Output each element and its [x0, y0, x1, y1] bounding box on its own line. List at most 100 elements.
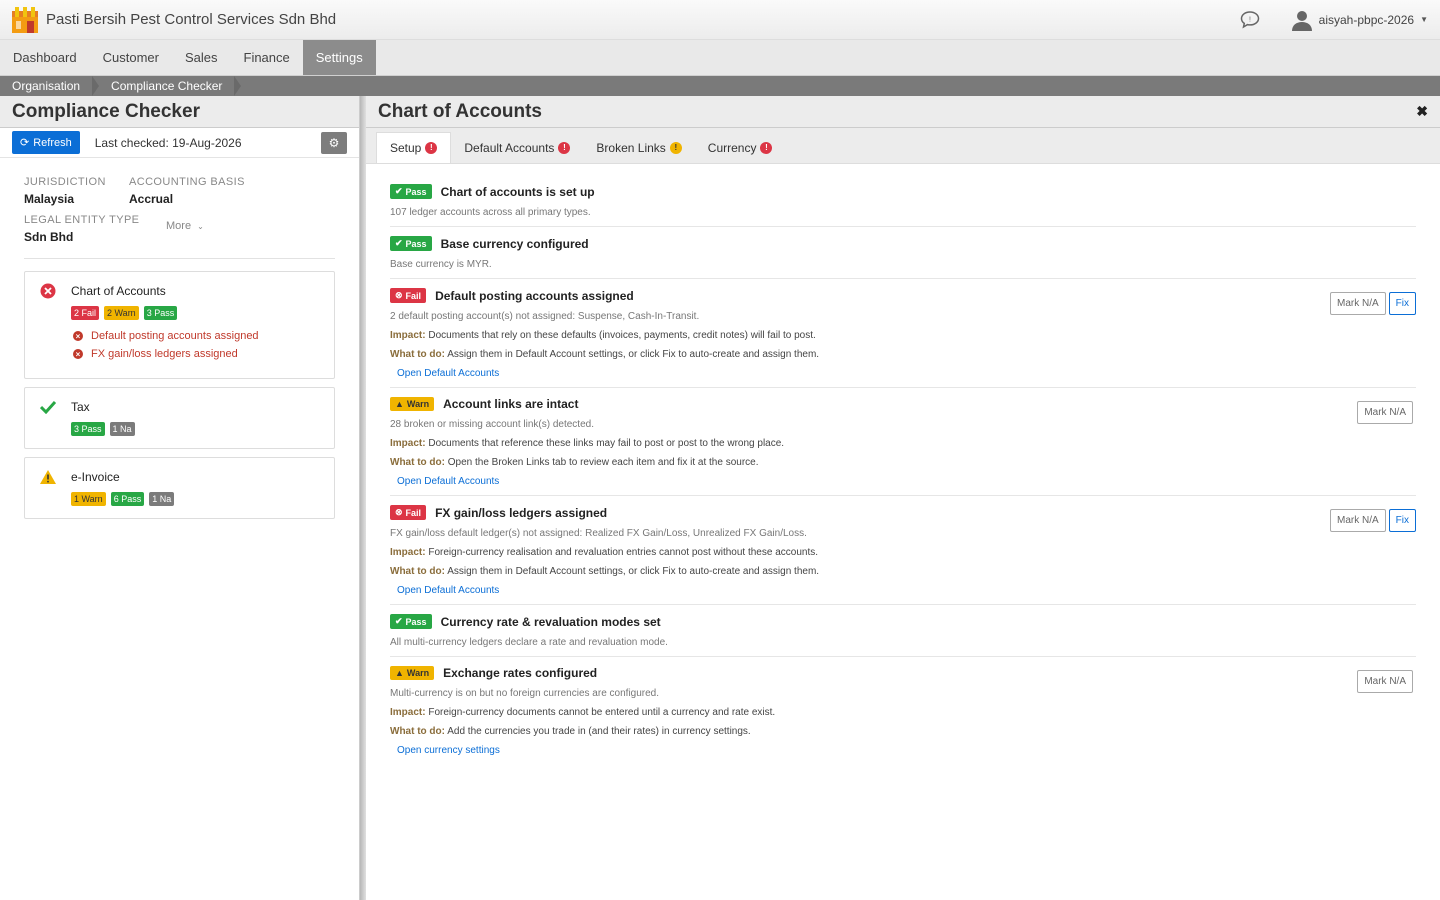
- status-label: Pass: [405, 186, 427, 197]
- mark-na-button[interactable]: Mark N/A: [1329, 292, 1386, 315]
- nav-dashboard[interactable]: Dashboard: [0, 40, 90, 75]
- mark-na-button[interactable]: Mark N/A: [1329, 509, 1386, 532]
- impact-text: Documents that reference these links may…: [428, 438, 785, 449]
- refresh-button[interactable]: ⟳ Refresh: [12, 131, 80, 154]
- issue-label: Default posting accounts assigned: [91, 330, 259, 342]
- pass-count-badge: 3 Pass: [71, 422, 105, 436]
- check-description: 28 broken or missing account link(s) det…: [390, 419, 594, 430]
- fail-icon: ⊗: [395, 290, 403, 300]
- check-description: Multi-currency is on but no foreign curr…: [390, 688, 660, 699]
- check-item: ▲ Warn Exchange rates configured Multi-cu…: [390, 666, 1416, 764]
- fix-button[interactable]: Fix: [1388, 509, 1416, 532]
- more-toggle[interactable]: More ⌄: [166, 220, 335, 244]
- chat-icon[interactable]: !: [1239, 9, 1261, 31]
- impact-label: Impact:: [390, 707, 426, 718]
- warning-icon: ▲: [395, 668, 404, 678]
- legal-entity-label: LEGAL ENTITY TYPE: [24, 214, 140, 226]
- user-menu[interactable]: aisyah-pbpc-2026 ▼: [1291, 9, 1428, 31]
- svg-text:!: !: [1249, 16, 1251, 23]
- open-currency-settings-link[interactable]: Open currency settings: [397, 745, 1416, 756]
- todo-text: Add the currencies you trade in (and the…: [447, 726, 751, 737]
- tab-setup[interactable]: Setup !: [376, 132, 452, 163]
- pass-badge: ✔ Pass: [390, 236, 432, 251]
- detail-title: Chart of Accounts: [378, 100, 542, 122]
- close-icon[interactable]: ✖: [1416, 103, 1428, 120]
- todo-line: What to do: Assign them in Default Accou…: [390, 566, 1416, 577]
- fail-badge: ⊗ Fail: [390, 505, 427, 520]
- category-card-e-invoice[interactable]: e-Invoice 1 Warn 6 Pass 1 Na: [24, 457, 335, 519]
- na-count-badge: 1 Na: [149, 492, 175, 506]
- refresh-icon: ⟳: [20, 137, 30, 149]
- last-checked: Last checked: 19-Aug-2026: [94, 135, 242, 150]
- check-item: ⊗ Fail Default posting accounts assigned …: [390, 288, 1416, 388]
- tab-label: Broken Links: [596, 141, 666, 155]
- na-count-badge: 1 Na: [109, 422, 135, 436]
- detail-panel: Chart of Accounts ✖ Setup ! Default Acco…: [366, 96, 1440, 900]
- settings-button[interactable]: ⚙: [321, 131, 347, 154]
- top-bar: Pasti Bersih Pest Control Services Sdn B…: [0, 0, 1440, 40]
- check-icon: ✔: [395, 238, 403, 248]
- issue-label: FX gain/loss ledgers assigned: [91, 348, 238, 360]
- todo-line: What to do: Add the currencies you trade…: [390, 726, 1416, 737]
- app-title: Pasti Bersih Pest Control Services Sdn B…: [46, 11, 337, 28]
- impact-line: Impact: Documents that rely on these def…: [390, 330, 1416, 341]
- fix-button[interactable]: Fix: [1388, 292, 1416, 315]
- mark-na-button[interactable]: Mark N/A: [1357, 670, 1413, 693]
- breadcrumb-organisation[interactable]: Organisation: [0, 76, 92, 96]
- warn-badge: ▲ Warn: [390, 397, 435, 411]
- alert-icon: !: [425, 142, 438, 154]
- todo-label: What to do:: [390, 457, 445, 468]
- caret-down-icon: ▼: [1420, 15, 1428, 24]
- warn-count-badge: 1 Warn: [71, 492, 106, 506]
- impact-line: Impact: Documents that reference these l…: [390, 438, 1416, 449]
- category-card-tax[interactable]: Tax 3 Pass 1 Na: [24, 387, 335, 449]
- tab-currency[interactable]: Currency !: [695, 133, 786, 163]
- status-label: Fail: [405, 507, 422, 518]
- check-icon: ✔: [395, 616, 403, 626]
- alert-icon: !: [669, 142, 682, 154]
- tab-label: Setup: [390, 141, 422, 155]
- impact-text: Documents that rely on these defaults (i…: [428, 330, 816, 341]
- check-description: Base currency is MYR.: [390, 259, 492, 270]
- todo-line: What to do: Assign them in Default Accou…: [390, 349, 1416, 360]
- pass-count-badge: 3 Pass: [143, 306, 178, 320]
- pass-badge: ✔ Pass: [390, 614, 432, 629]
- user-icon: [1291, 9, 1313, 31]
- nav-customer[interactable]: Customer: [90, 40, 172, 75]
- refresh-label: Refresh: [33, 136, 72, 149]
- card-title: e-Invoice: [71, 470, 120, 484]
- category-card-chart-of-accounts[interactable]: Chart of Accounts 2 Fail 2 Warn 3 Pass ×…: [24, 271, 335, 379]
- check-icon: ✔: [395, 186, 403, 196]
- detail-tabs: Setup ! Default Accounts ! Broken Links …: [366, 128, 1440, 164]
- open-default-accounts-link[interactable]: Open Default Accounts: [397, 585, 1416, 596]
- todo-line: What to do: Open the Broken Links tab to…: [390, 457, 1416, 468]
- todo-label: What to do:: [390, 566, 445, 577]
- check-description: 2 default posting account(s) not assigne…: [390, 311, 700, 322]
- mark-na-button[interactable]: Mark N/A: [1357, 401, 1413, 424]
- card-title: Chart of Accounts: [71, 284, 166, 298]
- pass-count-badge: 6 Pass: [110, 492, 145, 506]
- tab-broken-links[interactable]: Broken Links !: [583, 133, 694, 163]
- breadcrumb-compliance-checker[interactable]: Compliance Checker: [99, 76, 234, 96]
- nav-finance[interactable]: Finance: [231, 40, 303, 75]
- nav-sales[interactable]: Sales: [172, 40, 231, 75]
- check-description: All multi-currency ledgers declare a rat…: [390, 637, 668, 648]
- status-label: Warn: [406, 668, 430, 678]
- impact-label: Impact:: [390, 330, 426, 341]
- fail-badge: ⊗ Fail: [390, 288, 427, 303]
- issue-link[interactable]: × FX gain/loss ledgers assigned: [71, 348, 320, 360]
- open-default-accounts-link[interactable]: Open Default Accounts: [397, 476, 1416, 487]
- main-nav: Dashboard Customer Sales Finance Setting…: [0, 40, 1440, 76]
- check-item: ✔ Pass Chart of accounts is set up 107 le…: [390, 184, 1416, 227]
- jurisdiction-value: Malaysia: [24, 192, 75, 206]
- breadcrumb: Organisation Compliance Checker: [0, 76, 1440, 96]
- impact-text: Foreign-currency documents cannot be ent…: [428, 707, 776, 718]
- open-default-accounts-link[interactable]: Open Default Accounts: [397, 368, 1416, 379]
- issue-link[interactable]: × Default posting accounts assigned: [71, 330, 320, 342]
- nav-settings[interactable]: Settings: [302, 40, 376, 75]
- alert-icon: !: [558, 142, 571, 154]
- check-item: ⊗ Fail FX gain/loss ledgers assigned FX g…: [390, 505, 1416, 605]
- tab-default-accounts[interactable]: Default Accounts !: [451, 133, 583, 163]
- warning-icon: [39, 468, 57, 486]
- status-label: Warn: [406, 399, 430, 409]
